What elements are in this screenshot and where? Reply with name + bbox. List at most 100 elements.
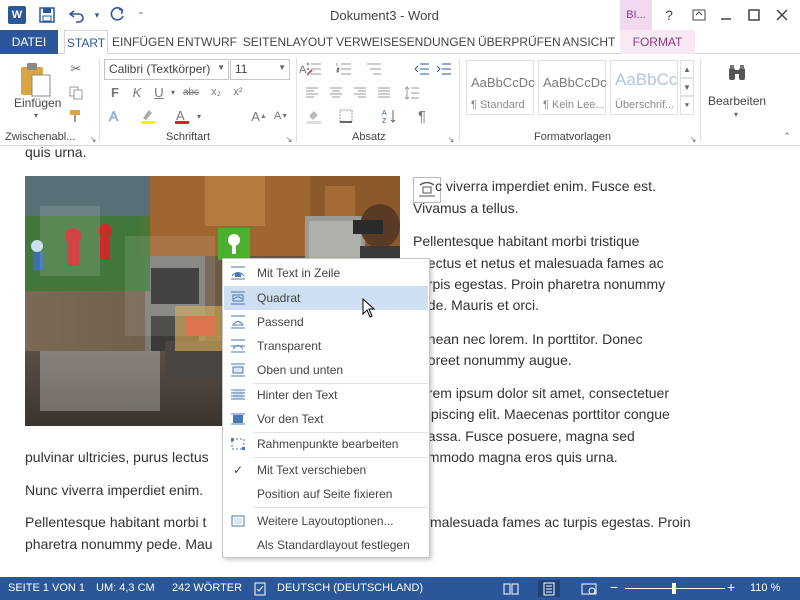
paragraph-launcher-icon[interactable]: ↘: [446, 134, 456, 144]
undo-icon[interactable]: [66, 5, 88, 25]
styles-group-label: Formatvorlagen: [534, 131, 612, 143]
menu-item-top-bottom[interactable]: Oben und unten: [224, 358, 428, 382]
font-launcher-icon[interactable]: ↘: [284, 134, 294, 144]
zoom-slider-thumb[interactable]: [672, 583, 676, 594]
underline-button[interactable]: U: [150, 83, 168, 101]
proofing-icon[interactable]: [252, 580, 270, 597]
cut-icon[interactable]: ✂: [66, 59, 86, 79]
font-name-combo[interactable]: Calibri (Textkörper) ▼: [104, 59, 229, 80]
menu-item-more-layout-options[interactable]: Weitere Layoutoptionen...: [224, 509, 428, 533]
styles-scroll-up-icon[interactable]: ▲: [680, 60, 694, 78]
bullets-icon[interactable]: [302, 59, 326, 79]
bold-button[interactable]: F: [106, 83, 124, 101]
paste-icon[interactable]: [14, 59, 56, 99]
wrap-tight-icon: [229, 314, 247, 330]
word-logo-icon[interactable]: W: [8, 6, 26, 24]
numbering-icon[interactable]: [332, 59, 356, 79]
copy-icon[interactable]: [66, 83, 86, 103]
styles-scroll-down-icon[interactable]: ▼: [680, 78, 694, 96]
tab-einfuegen[interactable]: EINFÜGEN: [112, 30, 174, 54]
show-formatting-marks-icon[interactable]: ¶: [412, 106, 432, 126]
menu-item-tight[interactable]: Passend: [224, 310, 428, 334]
page-count[interactable]: SEITE 1 VON 1: [8, 582, 85, 594]
clipboard-launcher-icon[interactable]: ↘: [88, 134, 98, 144]
menu-item-in-front[interactable]: Vor den Text: [224, 407, 428, 431]
text-effects-icon[interactable]: A: [106, 106, 126, 126]
style-preview: AaBbCc: [615, 70, 678, 89]
menu-item-edit-wrap-points[interactable]: Rahmenpunkte bearbeiten: [224, 432, 428, 456]
tab-ueberpruefen[interactable]: ÜBERPRÜFEN: [478, 30, 561, 54]
menu-item-fix-position[interactable]: Position auf Seite fixieren: [224, 482, 428, 506]
italic-button[interactable]: K: [128, 83, 146, 101]
customize-icon[interactable]: ⁼: [130, 5, 152, 25]
menu-item-square[interactable]: Quadrat: [224, 286, 428, 310]
tab-verweise[interactable]: VERWEISE: [336, 30, 399, 54]
menu-item-move-with-text[interactable]: ✓ Mit Text verschieben: [224, 458, 428, 482]
tab-ansicht[interactable]: ANSICHT: [560, 30, 618, 54]
save-icon[interactable]: [36, 5, 58, 25]
menu-item-label: Oben und unten: [257, 363, 344, 377]
font-color-dropdown-icon[interactable]: ▾: [194, 106, 204, 126]
tab-seitenlayout[interactable]: SEITENLAYOUT: [242, 30, 334, 54]
group-divider: [296, 58, 297, 142]
tab-datei[interactable]: DATEI: [0, 30, 58, 54]
styles-launcher-icon[interactable]: ↘: [688, 134, 698, 144]
subscript-button[interactable]: x₂: [206, 83, 226, 101]
styles-more-icon[interactable]: ⯆: [680, 96, 694, 115]
menu-item-behind-text[interactable]: Hinter den Text: [224, 383, 428, 407]
underline-dropdown-icon[interactable]: ▾: [168, 83, 178, 101]
collapse-ribbon-icon[interactable]: ⌃: [780, 130, 794, 142]
minimize-icon[interactable]: [712, 4, 740, 26]
line-spacing-icon[interactable]: [400, 83, 424, 103]
tab-entwurf[interactable]: ENTWURF: [176, 30, 238, 54]
menu-item-set-as-default[interactable]: Als Standardlayout festlegen: [224, 533, 428, 557]
justify-icon[interactable]: [374, 83, 394, 103]
zoom-in-button[interactable]: +: [727, 579, 735, 595]
menu-item-through[interactable]: Transparent: [224, 334, 428, 358]
chevron-down-icon: ▼: [217, 63, 225, 72]
redo-icon[interactable]: [106, 5, 128, 25]
highlight-color-icon[interactable]: [138, 106, 158, 126]
align-right-icon[interactable]: [350, 83, 370, 103]
close-icon[interactable]: [768, 4, 796, 26]
help-button[interactable]: ?: [655, 4, 683, 26]
menu-item-inline[interactable]: Mit Text in Zeile: [224, 261, 428, 285]
paste-dropdown-icon[interactable]: ▾: [34, 111, 38, 120]
undo-dropdown-icon[interactable]: ▾: [86, 5, 108, 25]
grow-font-icon[interactable]: A ▲: [250, 106, 268, 126]
tab-sendungen[interactable]: SENDUNGEN: [398, 30, 476, 54]
sort-icon[interactable]: AZ: [380, 106, 400, 126]
align-left-icon[interactable]: [302, 83, 322, 103]
decrease-indent-icon[interactable]: [412, 59, 432, 79]
in-front-of-text-icon: [229, 411, 247, 427]
binoculars-icon[interactable]: [724, 60, 750, 86]
paste-label[interactable]: Einfügen: [14, 96, 61, 110]
word-count[interactable]: 242 WÖRTER: [172, 582, 242, 594]
style-no-spacing[interactable]: AaBbCcDc ¶ Kein Lee...: [538, 60, 607, 115]
increase-indent-icon[interactable]: [434, 59, 454, 79]
print-layout-icon[interactable]: [538, 580, 560, 597]
shrink-font-icon[interactable]: A ▼: [272, 106, 290, 126]
multilevel-list-icon[interactable]: [362, 59, 386, 79]
editing-button[interactable]: Bearbeiten: [708, 94, 766, 108]
language-indicator[interactable]: DEUTSCH (DEUTSCHLAND): [277, 582, 423, 594]
tab-start[interactable]: START: [64, 30, 108, 55]
web-layout-icon[interactable]: [580, 580, 598, 597]
tab-format[interactable]: FORMAT: [620, 30, 695, 54]
font-color-icon[interactable]: A: [172, 106, 192, 126]
maximize-icon[interactable]: [740, 4, 768, 26]
ribbon-display-icon[interactable]: [685, 4, 713, 26]
align-center-icon[interactable]: [326, 83, 346, 103]
style-standard[interactable]: AaBbCcDc ¶ Standard: [466, 60, 535, 115]
editing-dropdown-icon[interactable]: ▾: [734, 110, 738, 119]
font-size-combo[interactable]: 11 ▼: [230, 59, 290, 80]
superscript-button[interactable]: x²: [228, 83, 248, 101]
shading-icon[interactable]: [302, 106, 326, 126]
borders-icon[interactable]: [334, 106, 358, 126]
format-painter-icon[interactable]: [66, 106, 86, 126]
style-heading[interactable]: AaBbCc Überschrif...: [610, 60, 678, 115]
read-mode-icon[interactable]: [502, 580, 520, 597]
zoom-level[interactable]: 110 %: [750, 582, 780, 594]
zoom-out-button[interactable]: −: [610, 579, 618, 595]
strikethrough-button[interactable]: abc: [180, 83, 202, 101]
